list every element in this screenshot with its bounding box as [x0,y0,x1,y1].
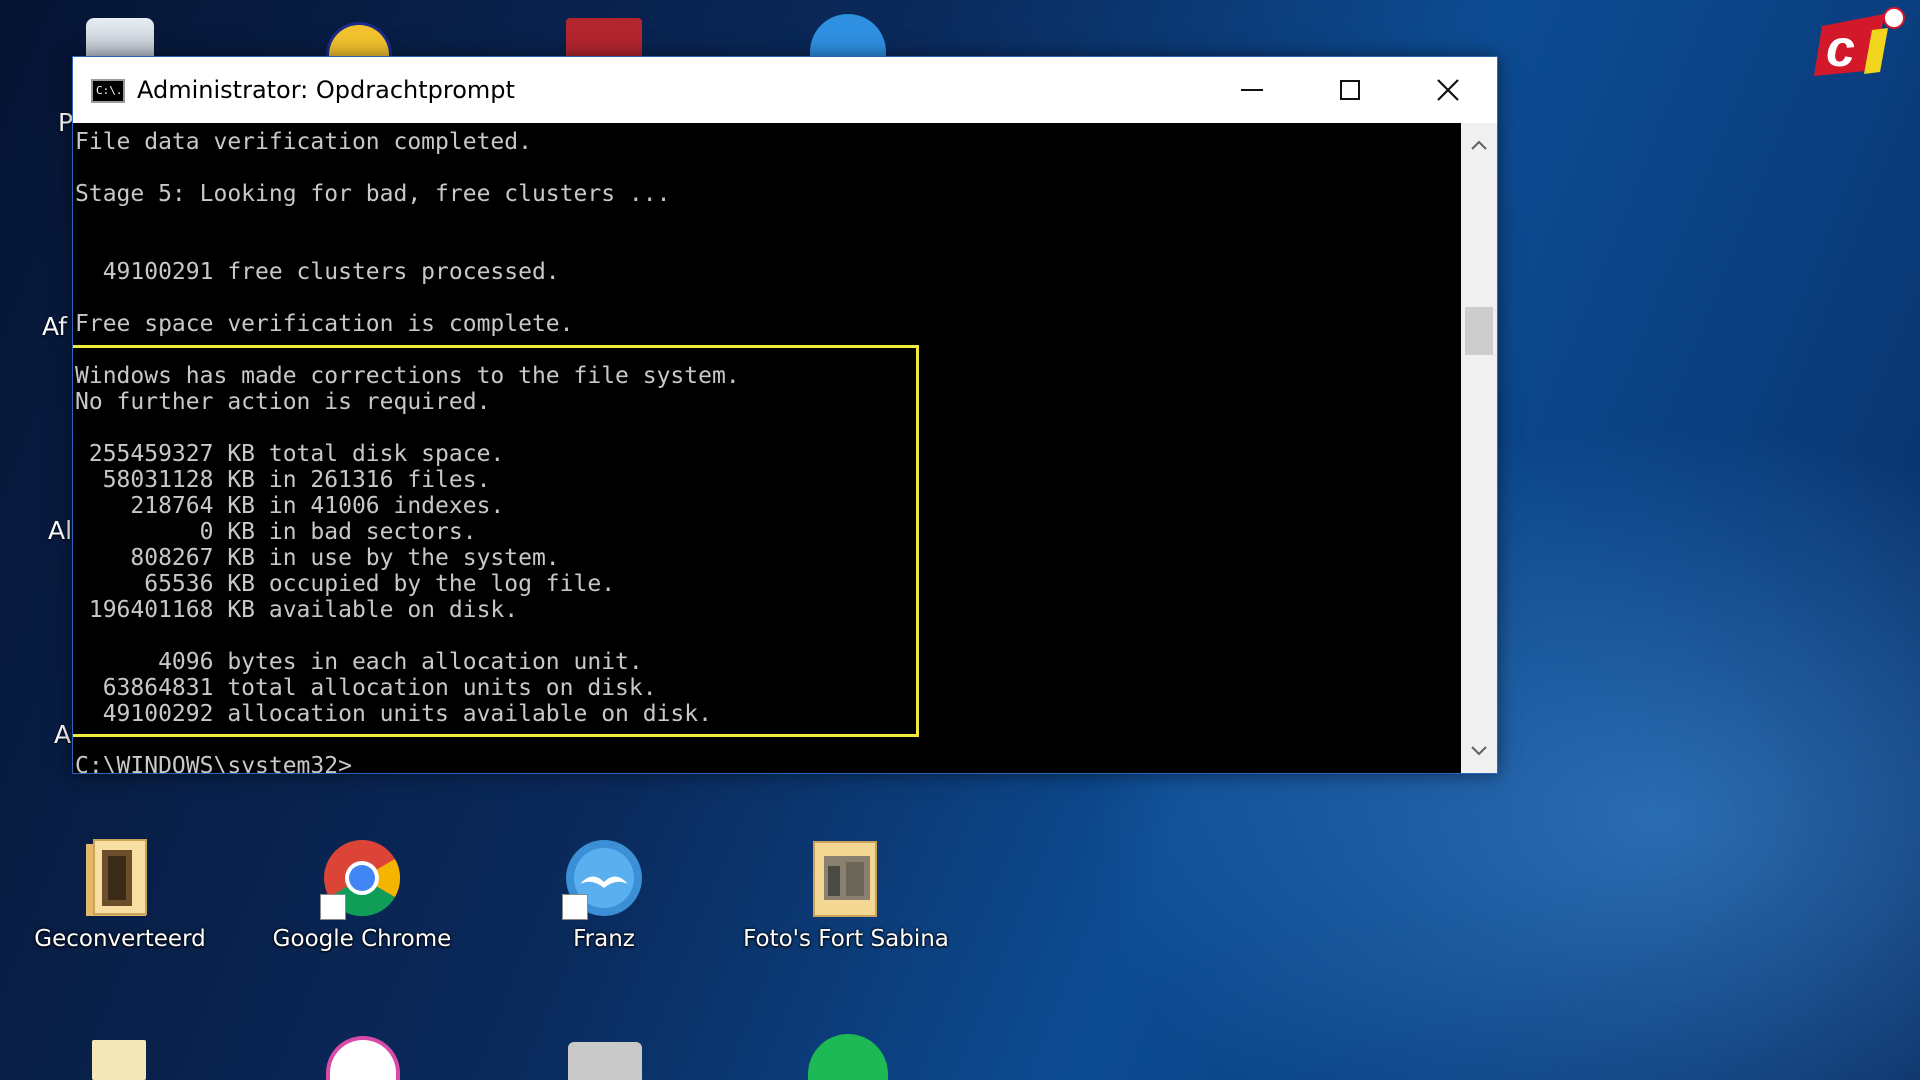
close-button[interactable] [1399,57,1497,123]
console-line: Free space verification is complete. [75,311,574,337]
console-line: Stage 5: Looking for bad, free clusters … [75,181,671,207]
partial-label-a[interactable]: A [54,720,71,749]
access-icon[interactable] [566,18,642,58]
network-app-icon[interactable] [810,14,886,58]
maximize-button[interactable] [1301,57,1399,123]
scroll-up-button[interactable] [1461,127,1497,163]
desktop-icon-label: Geconverteerd [34,926,206,952]
partial-label-af[interactable]: Af [42,312,67,341]
desktop-icon-fotos-fort-sabina[interactable]: Foto's Fort Sabina [726,836,966,952]
ci-logo-icon: c [1812,6,1910,78]
desktop-icon-label: Google Chrome [272,926,452,952]
scroll-thumb[interactable] [1465,307,1493,355]
svg-text:c: c [1826,20,1855,76]
folder-icon [78,836,162,920]
recycle-bin-icon[interactable] [86,18,154,58]
minimize-button[interactable] [1203,57,1301,123]
desktop-icon-google-chrome[interactable]: Google Chrome [242,836,482,952]
console-line: 49100291 free clusters processed. [75,259,560,285]
app-icon-top-2[interactable] [326,22,392,58]
chevron-up-icon [1471,140,1487,150]
partial-label-al[interactable]: Al [48,516,72,545]
console-line: File data verification completed. [75,129,532,155]
window-title: Administrator: Opdrachtprompt [137,76,515,104]
file-icon[interactable] [92,1040,146,1080]
spotify-icon[interactable] [808,1034,888,1080]
shortcut-arrow-icon [562,894,588,920]
desktop-icon-label: Franz [573,926,635,952]
cmd-app-icon[interactable]: C:\. [91,79,125,103]
chevron-down-icon [1471,746,1487,756]
shortcut-arrow-icon [320,894,346,920]
console-output[interactable]: File data verification completed. Stage … [73,123,1461,773]
vertical-scrollbar[interactable] [1461,123,1497,773]
chrome-icon [320,836,404,920]
minimize-icon [1241,89,1263,91]
command-prompt-line[interactable]: C:\WINDOWS\system32> [75,753,352,773]
desktop-icon-franz[interactable]: Franz [484,836,724,952]
maximize-icon [1340,80,1360,100]
highlight-box [73,345,919,737]
franz-icon [562,836,646,920]
title-bar[interactable]: C:\. Administrator: Opdrachtprompt [73,57,1497,123]
command-prompt-window[interactable]: C:\. Administrator: Opdrachtprompt File … [72,56,1498,774]
camera-app-icon[interactable] [568,1042,642,1080]
partial-label-p[interactable]: P [58,108,73,137]
scroll-down-button[interactable] [1461,733,1497,769]
folder-icon [804,836,888,920]
close-icon [1437,79,1459,101]
desktop-icon-geconverteerd[interactable]: Geconverteerd [0,836,240,952]
desktop-icon-label: Foto's Fort Sabina [743,926,949,952]
itunes-icon[interactable] [326,1036,400,1080]
